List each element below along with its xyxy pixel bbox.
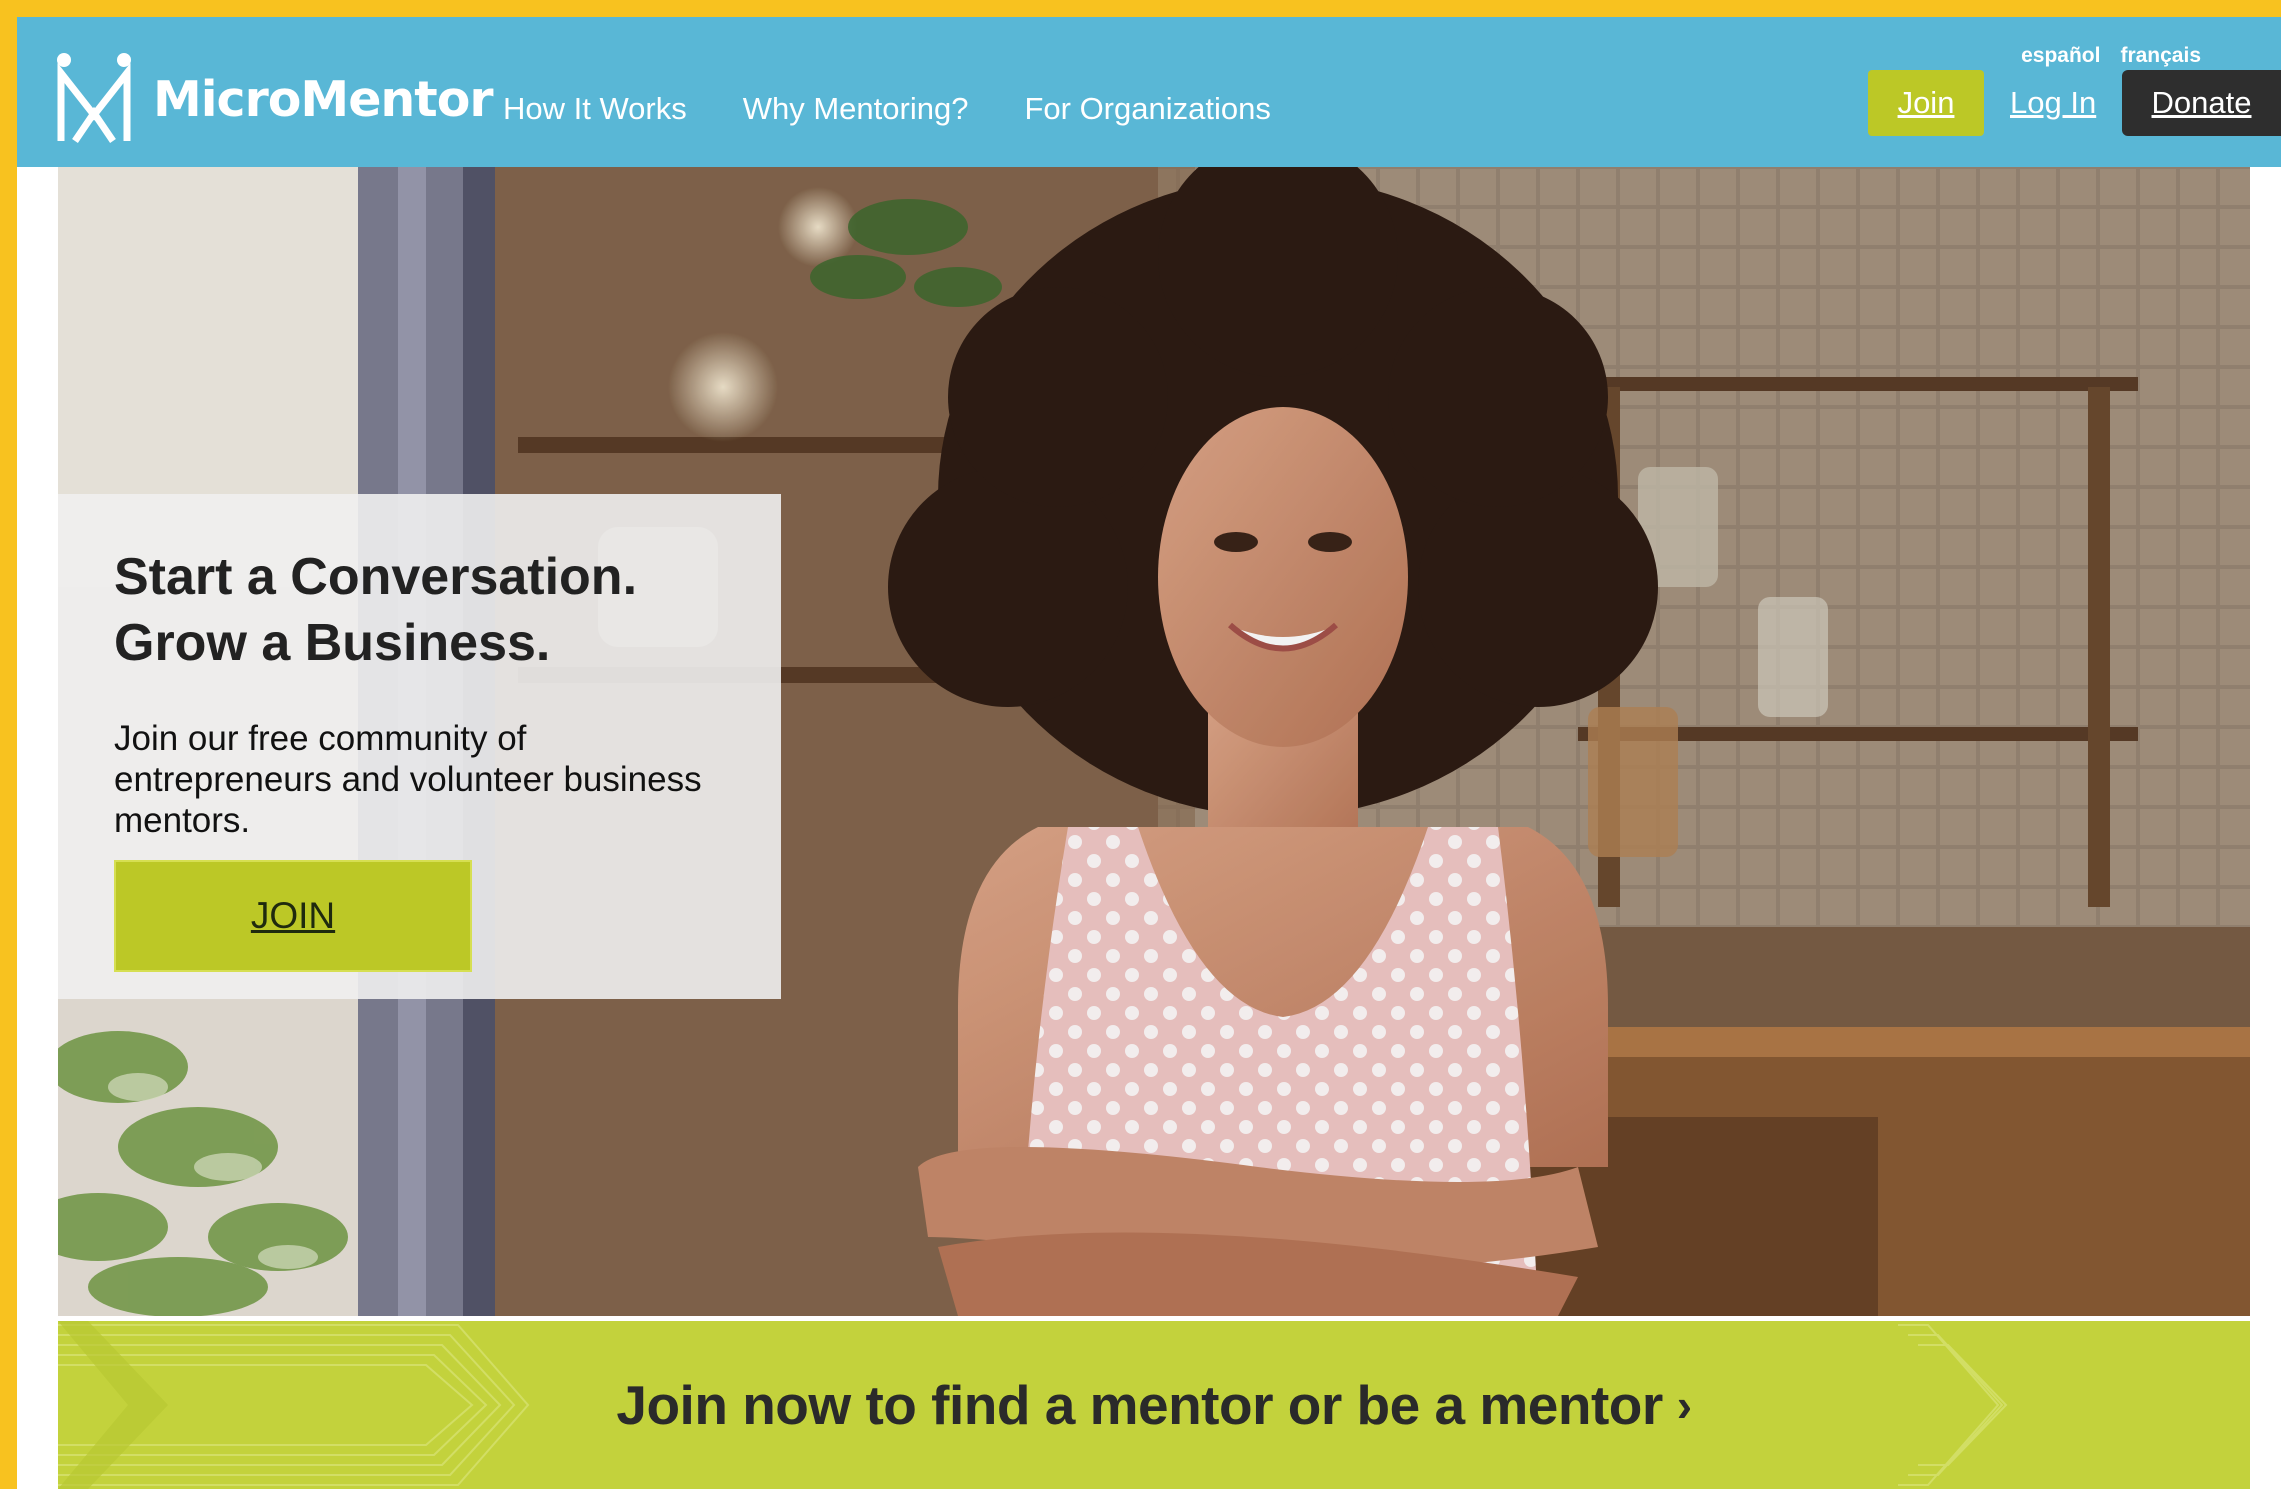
chevron-right-icon: › <box>1676 1379 1692 1431</box>
main-nav: How It Works Why Mentoring? For Organiza… <box>503 89 1271 129</box>
cta-banner[interactable]: Join now to find a mentor or be a mentor… <box>58 1321 2250 1489</box>
nav-for-organizations[interactable]: For Organizations <box>1024 89 1270 129</box>
language-switcher: español français <box>2021 44 2201 68</box>
hero-subtitle: Join our free community of entrepreneurs… <box>114 719 702 840</box>
micromentor-logo-icon <box>57 53 131 143</box>
hero-card: Start a Conversation. Grow a Business. J… <box>58 494 781 999</box>
site-header: MicroMentor How It Works Why Mentoring? … <box>17 17 2281 167</box>
logo-text: MicroMentor <box>153 70 494 128</box>
lang-espanol[interactable]: español <box>2021 44 2100 68</box>
nav-why-mentoring[interactable]: Why Mentoring? <box>743 89 969 129</box>
cta-text-wrap: Join now to find a mentor or be a mentor… <box>58 1321 2250 1489</box>
login-link[interactable]: Log In <box>2010 70 2096 136</box>
hero-title: Start a Conversation. Grow a Business. <box>114 544 764 676</box>
logo-link[interactable]: MicroMentor <box>55 51 494 147</box>
nav-how-it-works[interactable]: How It Works <box>503 89 687 129</box>
hero-title-line2: Grow a Business. <box>114 614 551 672</box>
hero-title-line1: Start a Conversation. <box>114 548 638 606</box>
hero-join-button[interactable]: JOIN <box>114 860 472 972</box>
header-join-button[interactable]: Join <box>1868 70 1984 136</box>
donate-button[interactable]: Donate <box>2122 70 2281 136</box>
lang-francais[interactable]: français <box>2120 44 2201 68</box>
cta-text: Join now to find a mentor or be a mentor <box>616 1374 1663 1436</box>
page: MicroMentor How It Works Why Mentoring? … <box>17 17 2281 1489</box>
hero-section: Start a Conversation. Grow a Business. J… <box>58 167 2250 1316</box>
